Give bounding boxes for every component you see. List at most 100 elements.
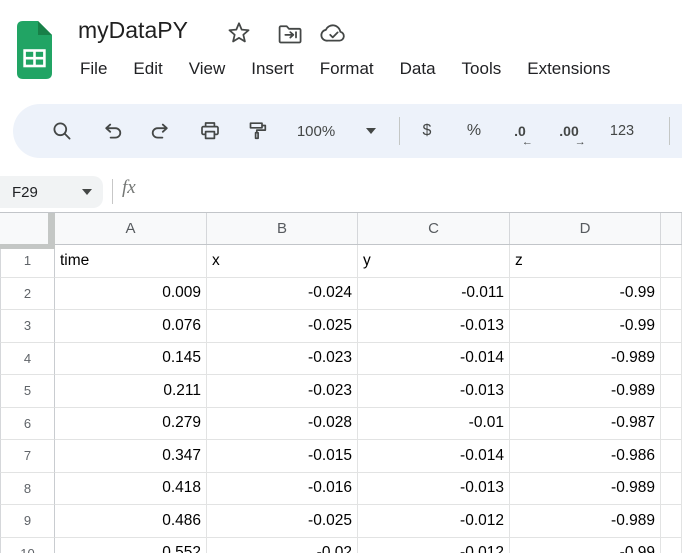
row-header[interactable]: 1 [0, 245, 55, 278]
cell[interactable]: 0.145 [55, 343, 207, 376]
menu-format[interactable]: Format [320, 59, 374, 79]
row-header[interactable]: 3 [0, 310, 55, 343]
cell[interactable] [661, 310, 682, 343]
column-header-d[interactable]: D [510, 213, 661, 244]
row-header[interactable]: 8 [0, 473, 55, 506]
freeze-row-handle[interactable] [0, 244, 55, 249]
cell[interactable] [661, 343, 682, 376]
cell[interactable]: -0.987 [510, 408, 661, 441]
cell[interactable]: -0.023 [207, 375, 358, 408]
google-sheets-logo-icon[interactable] [17, 21, 52, 79]
table-row: 80.418-0.016-0.013-0.989 [0, 473, 682, 506]
column-header-b[interactable]: B [207, 213, 358, 244]
name-box-caret-icon[interactable] [82, 189, 92, 195]
cell[interactable] [661, 538, 682, 553]
freeze-column-handle[interactable] [48, 213, 55, 245]
document-title[interactable]: myDataPY [78, 17, 188, 44]
cell[interactable]: 0.279 [55, 408, 207, 441]
row-header[interactable]: 7 [0, 440, 55, 473]
cloud-saved-icon[interactable] [319, 23, 349, 45]
paint-format-icon[interactable] [247, 104, 269, 158]
cell[interactable]: -0.02 [207, 538, 358, 553]
row-header[interactable]: 5 [0, 375, 55, 408]
cell[interactable]: -0.025 [207, 505, 358, 538]
cell[interactable] [661, 440, 682, 473]
column-header-c[interactable]: C [358, 213, 510, 244]
cell[interactable]: -0.013 [358, 473, 510, 506]
move-folder-icon[interactable] [277, 23, 304, 45]
cell[interactable]: -0.016 [207, 473, 358, 506]
column-header-a[interactable]: A [55, 213, 207, 244]
cell[interactable] [661, 505, 682, 538]
cell[interactable]: -0.989 [510, 505, 661, 538]
cell[interactable]: -0.025 [207, 310, 358, 343]
menu-tools[interactable]: Tools [462, 59, 502, 79]
star-icon[interactable] [226, 20, 252, 46]
cell[interactable]: 0.552 [55, 538, 207, 553]
cell[interactable]: -0.024 [207, 278, 358, 311]
cell[interactable]: -0.99 [510, 538, 661, 553]
search-icon[interactable] [51, 104, 73, 158]
format-currency-button[interactable]: $ [423, 104, 432, 158]
cell[interactable]: -0.99 [510, 310, 661, 343]
row-header[interactable]: 10 [0, 538, 55, 553]
menu-data[interactable]: Data [400, 59, 436, 79]
cell[interactable]: -0.014 [358, 440, 510, 473]
menu-view[interactable]: View [189, 59, 226, 79]
cell[interactable]: -0.028 [207, 408, 358, 441]
table-row: 60.279-0.028-0.01-0.987 [0, 408, 682, 441]
cell[interactable]: x [207, 245, 358, 278]
cell[interactable]: -0.99 [510, 278, 661, 311]
cell[interactable] [661, 245, 682, 278]
menu-file[interactable]: File [80, 59, 107, 79]
cell[interactable] [661, 408, 682, 441]
undo-icon[interactable] [102, 104, 124, 158]
select-all-corner[interactable] [0, 213, 55, 244]
cell[interactable]: 0.486 [55, 505, 207, 538]
zoom-level[interactable]: 100% [297, 104, 335, 158]
more-formats-button[interactable]: 123 [610, 104, 634, 158]
name-box[interactable]: F29 [0, 176, 103, 208]
cell[interactable]: -0.013 [358, 310, 510, 343]
redo-icon[interactable] [149, 104, 171, 158]
cell[interactable]: 0.009 [55, 278, 207, 311]
row-header[interactable]: 4 [0, 343, 55, 376]
cell[interactable]: 0.418 [55, 473, 207, 506]
format-percent-button[interactable]: % [467, 104, 481, 158]
cell[interactable]: -0.989 [510, 375, 661, 408]
decrease-decimals-button[interactable]: .0← [514, 104, 526, 158]
cell[interactable]: 0.076 [55, 310, 207, 343]
column-header-e-sliver[interactable] [661, 213, 682, 244]
menu-extensions[interactable]: Extensions [527, 59, 610, 79]
cell[interactable]: -0.015 [207, 440, 358, 473]
zoom-dropdown-caret-icon[interactable] [366, 104, 376, 158]
increase-decimals-button[interactable]: .00→ [559, 104, 578, 158]
cell[interactable]: time [55, 245, 207, 278]
cell[interactable]: -0.011 [358, 278, 510, 311]
menu-edit[interactable]: Edit [133, 59, 162, 79]
cell[interactable] [661, 375, 682, 408]
cell[interactable]: y [358, 245, 510, 278]
cell[interactable]: 0.211 [55, 375, 207, 408]
sheet-body: 1timexyz20.009-0.024-0.011-0.9930.076-0.… [0, 245, 682, 553]
row-header[interactable]: 6 [0, 408, 55, 441]
cell[interactable]: 0.347 [55, 440, 207, 473]
row-header[interactable]: 9 [0, 505, 55, 538]
cell[interactable]: -0.013 [358, 375, 510, 408]
cell[interactable] [661, 473, 682, 506]
cell[interactable]: -0.01 [358, 408, 510, 441]
cell[interactable]: -0.986 [510, 440, 661, 473]
cell[interactable] [661, 278, 682, 311]
print-icon[interactable] [199, 104, 221, 158]
menu-insert[interactable]: Insert [251, 59, 294, 79]
cell[interactable]: -0.014 [358, 343, 510, 376]
cell[interactable]: -0.989 [510, 473, 661, 506]
right-arrow-icon: → [575, 136, 586, 148]
cell[interactable]: -0.023 [207, 343, 358, 376]
cell[interactable]: -0.012 [358, 538, 510, 553]
row-header[interactable]: 2 [0, 278, 55, 311]
cell[interactable]: -0.012 [358, 505, 510, 538]
cell[interactable]: z [510, 245, 661, 278]
table-row: 50.211-0.023-0.013-0.989 [0, 375, 682, 408]
cell[interactable]: -0.989 [510, 343, 661, 376]
